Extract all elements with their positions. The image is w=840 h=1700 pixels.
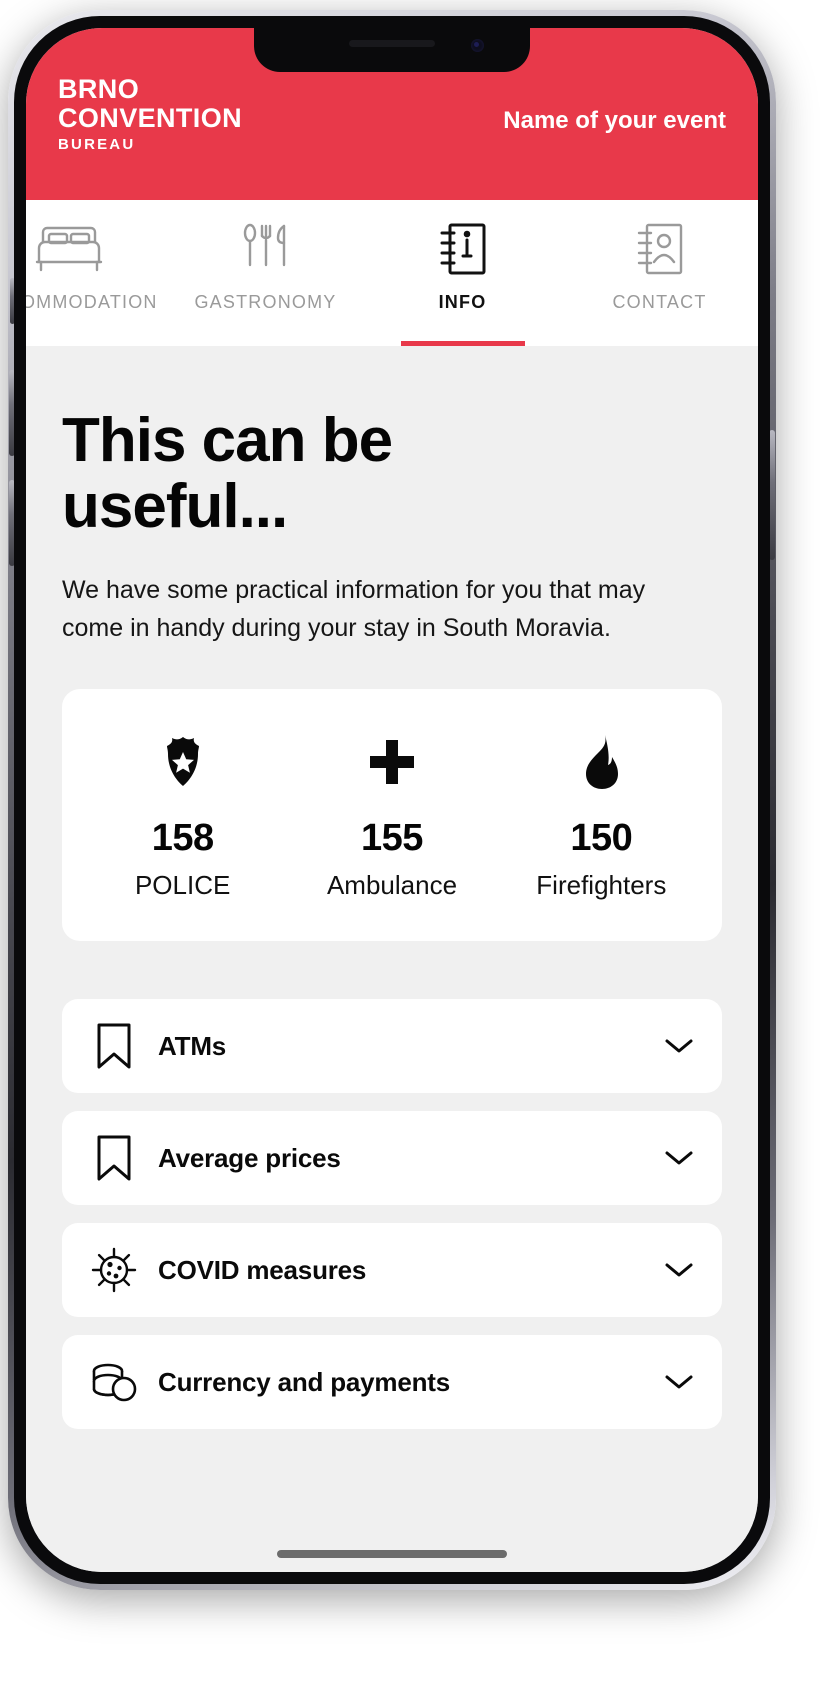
page-intro-text: We have some practical information for y…	[62, 576, 646, 643]
brand-logo[interactable]: BRNO CONVENTION BUREAU	[58, 74, 243, 153]
medical-cross-icon	[287, 735, 496, 789]
accordion-item-currency-and-payments[interactable]: Currency and payments	[62, 1335, 722, 1430]
emergency-item-police[interactable]: 158 POLICE	[78, 735, 287, 901]
accordion-label-currency-and-payments: Currency and payments	[158, 1366, 451, 1397]
flame-icon	[497, 735, 706, 790]
tab-contact-label: CONTACT	[612, 292, 707, 312]
chevron-down-icon[interactable]	[664, 1149, 694, 1167]
tab-accommodation-label: ACCOMMODATION	[26, 292, 158, 312]
tab-active-underline	[400, 341, 525, 346]
logo-line-bureau: BUREAU	[58, 136, 136, 153]
page-title-line1: This can be	[62, 406, 393, 475]
emergency-numbers-card: 158 POLICE 155 Ambulance 150 Firefighter…	[62, 689, 722, 942]
accordion-item-covid-measures[interactable]: COVID measures	[62, 1223, 722, 1318]
tab-accommodation[interactable]: ACCOMMODATION	[26, 200, 167, 346]
emergency-label-police: POLICE	[134, 870, 231, 901]
logo-line-brno: BRNO	[58, 74, 140, 104]
chevron-down-icon[interactable]	[664, 1261, 694, 1279]
bookmark-icon	[88, 1022, 140, 1070]
emergency-label-firefighters: Firefighters	[536, 870, 667, 901]
emergency-number-firefighters: 150	[570, 817, 633, 860]
police-badge-icon	[78, 735, 287, 789]
virus-icon	[88, 1246, 140, 1294]
navigation-tabs: ACCOMMODATION	[26, 200, 758, 346]
cutlery-icon	[238, 218, 294, 280]
home-indicator[interactable]	[277, 1550, 507, 1558]
front-camera	[471, 39, 484, 52]
page-content: This can be useful... We have some pract…	[26, 346, 758, 1572]
emergency-number-police: 158	[151, 817, 214, 860]
accordion-item-average-prices[interactable]: Average prices	[62, 1111, 722, 1206]
coins-icon	[88, 1359, 140, 1405]
chevron-down-icon[interactable]	[664, 1037, 694, 1055]
earpiece-speaker	[349, 40, 435, 47]
accordion-label-atms: ATMs	[158, 1030, 227, 1061]
tab-info-label: INFO	[438, 292, 487, 312]
accordion-item-atms[interactable]: ATMs	[62, 999, 722, 1094]
phone-notch	[254, 28, 530, 72]
emergency-number-ambulance: 155	[361, 817, 423, 860]
emergency-item-firefighters[interactable]: 150 Firefighters	[497, 735, 706, 901]
page-title: This can be useful...	[62, 346, 722, 539]
bookmark-icon	[88, 1134, 140, 1182]
accordion-label-average-prices: Average prices	[158, 1142, 341, 1173]
bed-icon	[35, 218, 103, 280]
accordion-label-covid-measures: COVID measures	[158, 1254, 367, 1285]
chevron-down-icon[interactable]	[664, 1373, 694, 1391]
emergency-item-ambulance[interactable]: 155 Ambulance	[287, 735, 496, 901]
phone-body: BRNO CONVENTION BUREAU Name of your even…	[14, 16, 770, 1584]
emergency-label-ambulance: Ambulance	[326, 870, 458, 901]
page-title-line2: useful...	[62, 471, 288, 541]
tab-contact[interactable]: CONTACT	[561, 200, 758, 346]
logo-line-convention: CONVENTION	[58, 103, 243, 133]
phone-frame: BRNO CONVENTION BUREAU Name of your even…	[8, 10, 776, 1590]
tab-gastronomy-label: GASTRONOMY	[194, 292, 337, 312]
event-name: Name of your event	[503, 107, 726, 134]
info-notebook-icon	[436, 218, 490, 280]
tab-gastronomy[interactable]: GASTRONOMY	[167, 200, 364, 346]
tab-info[interactable]: INFO	[364, 200, 561, 346]
contact-notebook-icon	[633, 218, 687, 280]
phone-screen: BRNO CONVENTION BUREAU Name of your even…	[26, 28, 758, 1572]
accordion-list: ATMs Average prices COVID measures Curre…	[62, 999, 722, 1430]
